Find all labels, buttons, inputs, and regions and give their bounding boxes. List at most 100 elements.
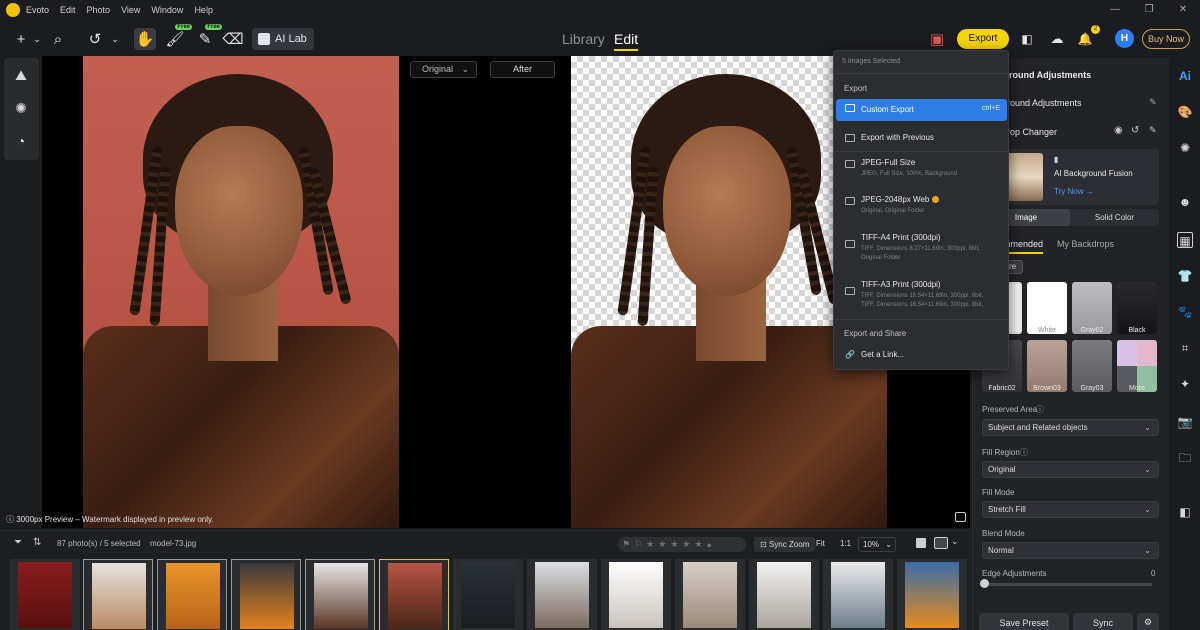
fill-region-select[interactable]: Original ⌄ — [982, 461, 1159, 478]
film-thumb[interactable] — [527, 559, 597, 630]
filter-icon[interactable]: ⏷ — [14, 537, 22, 548]
pet-icon[interactable]: 🐾 — [1177, 304, 1193, 320]
star-icon[interactable]: ★ — [646, 539, 654, 550]
compare-icon[interactable]: ◧ — [1177, 504, 1193, 520]
crop-icon[interactable]: ◧ — [1016, 28, 1038, 50]
get-link-item[interactable]: 🔗 Get a Link... — [836, 347, 1007, 365]
buy-now-button[interactable]: Buy Now — [1142, 29, 1190, 49]
sort-icon[interactable]: ⇅ — [33, 537, 41, 548]
sync-button[interactable]: Sync — [1073, 613, 1133, 630]
flag-icon[interactable]: ⚑ — [622, 539, 630, 550]
clothing-icon[interactable]: 👕 — [1177, 268, 1193, 284]
star-icon[interactable]: ★ — [682, 539, 690, 550]
maximize-button[interactable]: ❐ — [1132, 0, 1166, 20]
ai-lab-button[interactable]: AI Lab — [252, 28, 314, 50]
edit-icon[interactable]: ✎ — [1149, 97, 1157, 108]
info-icon[interactable]: ⓘ — [1036, 404, 1044, 415]
tab-my-backdrops[interactable]: My Backdrops — [1057, 239, 1114, 249]
menu-evoto[interactable]: Evoto — [26, 5, 49, 15]
star-icon[interactable]: ★ — [670, 539, 678, 550]
export-button[interactable]: Export — [957, 29, 1009, 49]
backdrop-swatch-more[interactable]: More — [1117, 340, 1157, 392]
export-previous-item[interactable]: Export with Previous — [836, 129, 1007, 149]
fit-button[interactable]: Fit — [816, 539, 825, 548]
camera-icon[interactable]: 📷 — [1177, 414, 1193, 430]
hand-icon[interactable]: ✋ — [134, 28, 156, 50]
fill-mode-select[interactable]: Stretch Fill ⌄ — [982, 501, 1159, 518]
sync-settings-icon[interactable]: ⚙ — [1137, 613, 1159, 630]
backdrop-swatch[interactable]: White — [1027, 282, 1067, 334]
ai-icon[interactable]: Ai — [1177, 68, 1193, 84]
menu-help[interactable]: Help — [194, 5, 213, 15]
slider-handle[interactable] — [980, 579, 989, 588]
save-preset-button[interactable]: Save Preset — [979, 613, 1069, 630]
tab-library[interactable]: Library — [562, 31, 605, 47]
film-thumb[interactable] — [305, 559, 375, 630]
texture-icon[interactable]: ✺ — [12, 99, 30, 117]
eraser-icon[interactable]: ⌫ — [222, 28, 244, 50]
tab-edit[interactable]: Edit — [614, 31, 639, 51]
split-view-icon[interactable] — [955, 512, 966, 522]
try-now-link[interactable]: Try Now → — [1054, 187, 1094, 196]
original-select[interactable]: Original ⌄ — [410, 61, 477, 78]
chevron-down-icon[interactable]: ⌄ — [951, 536, 959, 547]
menu-view[interactable]: View — [121, 5, 140, 15]
undo-icon[interactable]: ↺ — [84, 28, 106, 50]
liquify-icon[interactable]: ✦ — [1177, 376, 1193, 392]
brush-icon[interactable]: 🖌 Free — [164, 24, 192, 50]
cloud-icon[interactable]: ☁ — [1046, 28, 1068, 50]
chevron-down-icon[interactable]: ⌄ — [104, 28, 126, 50]
backdrop-swatch[interactable]: Black — [1117, 282, 1157, 334]
film-thumb[interactable] — [231, 559, 301, 630]
eye-icon[interactable]: ◉ — [1114, 125, 1123, 136]
preset-jpeg-full-size[interactable]: JPEG-Full Size JPEG, Full Size, 100%, Ba… — [836, 155, 1007, 181]
export-history-icon[interactable]: ▣ — [926, 28, 948, 50]
film-thumb[interactable] — [675, 559, 745, 630]
face-icon[interactable]: ☻ — [1177, 194, 1193, 210]
history-icon[interactable]: ◔ — [12, 132, 30, 150]
crop-icon[interactable]: ⌗ — [1177, 340, 1193, 356]
preset-tiff-a3[interactable]: TIFF-A3 Print (300dpi) TIFF, Dimensions … — [836, 277, 1007, 313]
chevron-down-icon[interactable]: ⌄ — [26, 28, 48, 50]
avatar[interactable]: H — [1115, 29, 1134, 48]
film-thumb[interactable] — [601, 559, 671, 630]
star-icon[interactable]: ★ — [694, 539, 702, 550]
sync-zoom-button[interactable]: ⊡ Sync Zoom — [754, 537, 816, 552]
film-thumb[interactable] — [83, 559, 153, 630]
backdrop-swatch[interactable]: Brown03 — [1027, 340, 1067, 392]
single-view-icon[interactable] — [916, 538, 926, 548]
folder-icon[interactable]: 🗀 — [1177, 450, 1193, 466]
film-thumb[interactable] — [10, 559, 80, 630]
original-photo[interactable] — [83, 56, 399, 528]
preset-jpeg-2048-web[interactable]: JPEG-2048px Web Original, Original Folde… — [836, 192, 1007, 218]
backdrop-swatch[interactable]: Gray02 — [1072, 282, 1112, 334]
film-thumb[interactable] — [897, 559, 967, 630]
compare-view-icon[interactable] — [934, 537, 948, 549]
background-tool-icon[interactable]: ▦ — [1177, 232, 1193, 248]
minimize-button[interactable]: — — [1098, 0, 1132, 20]
edge-adjustments-slider[interactable] — [982, 583, 1152, 586]
tab-solid-color[interactable]: Solid Color — [1070, 209, 1159, 226]
healing-brush-icon[interactable]: ✎ Free — [194, 24, 222, 50]
preset-tiff-a4[interactable]: TIFF-A4 Print (300dpi) TIFF, Dimensions … — [836, 230, 1007, 266]
search-icon[interactable]: ⌕ — [47, 28, 69, 50]
edit-icon[interactable]: ✎ — [1149, 125, 1157, 136]
texture-icon[interactable]: ✺ — [1177, 140, 1193, 156]
custom-export-item[interactable]: Custom Export ctrl+E — [836, 99, 1007, 121]
menu-edit[interactable]: Edit — [60, 5, 76, 15]
blend-mode-select[interactable]: Normal ⌄ — [982, 542, 1159, 559]
close-button[interactable]: ✕ — [1166, 0, 1200, 20]
reject-flag-icon[interactable]: ⚐ — [634, 539, 642, 550]
reset-icon[interactable]: ↺ — [1131, 125, 1139, 136]
one-to-one-button[interactable]: 1:1 — [840, 539, 851, 548]
star-icon[interactable]: ★ — [658, 539, 666, 550]
film-thumb[interactable] — [823, 559, 893, 630]
info-icon[interactable]: ⓘ — [1020, 447, 1028, 458]
preserved-area-select[interactable]: Subject and Related objects ⌄ — [982, 419, 1159, 436]
bell-icon[interactable]: 🔔 2 — [1074, 25, 1100, 50]
menu-photo[interactable]: Photo — [87, 5, 111, 15]
portrait-adjust-icon[interactable]: ⛰ — [12, 66, 30, 84]
film-thumb[interactable] — [453, 559, 523, 630]
menu-window[interactable]: Window — [151, 5, 183, 15]
film-thumb[interactable] — [749, 559, 819, 630]
